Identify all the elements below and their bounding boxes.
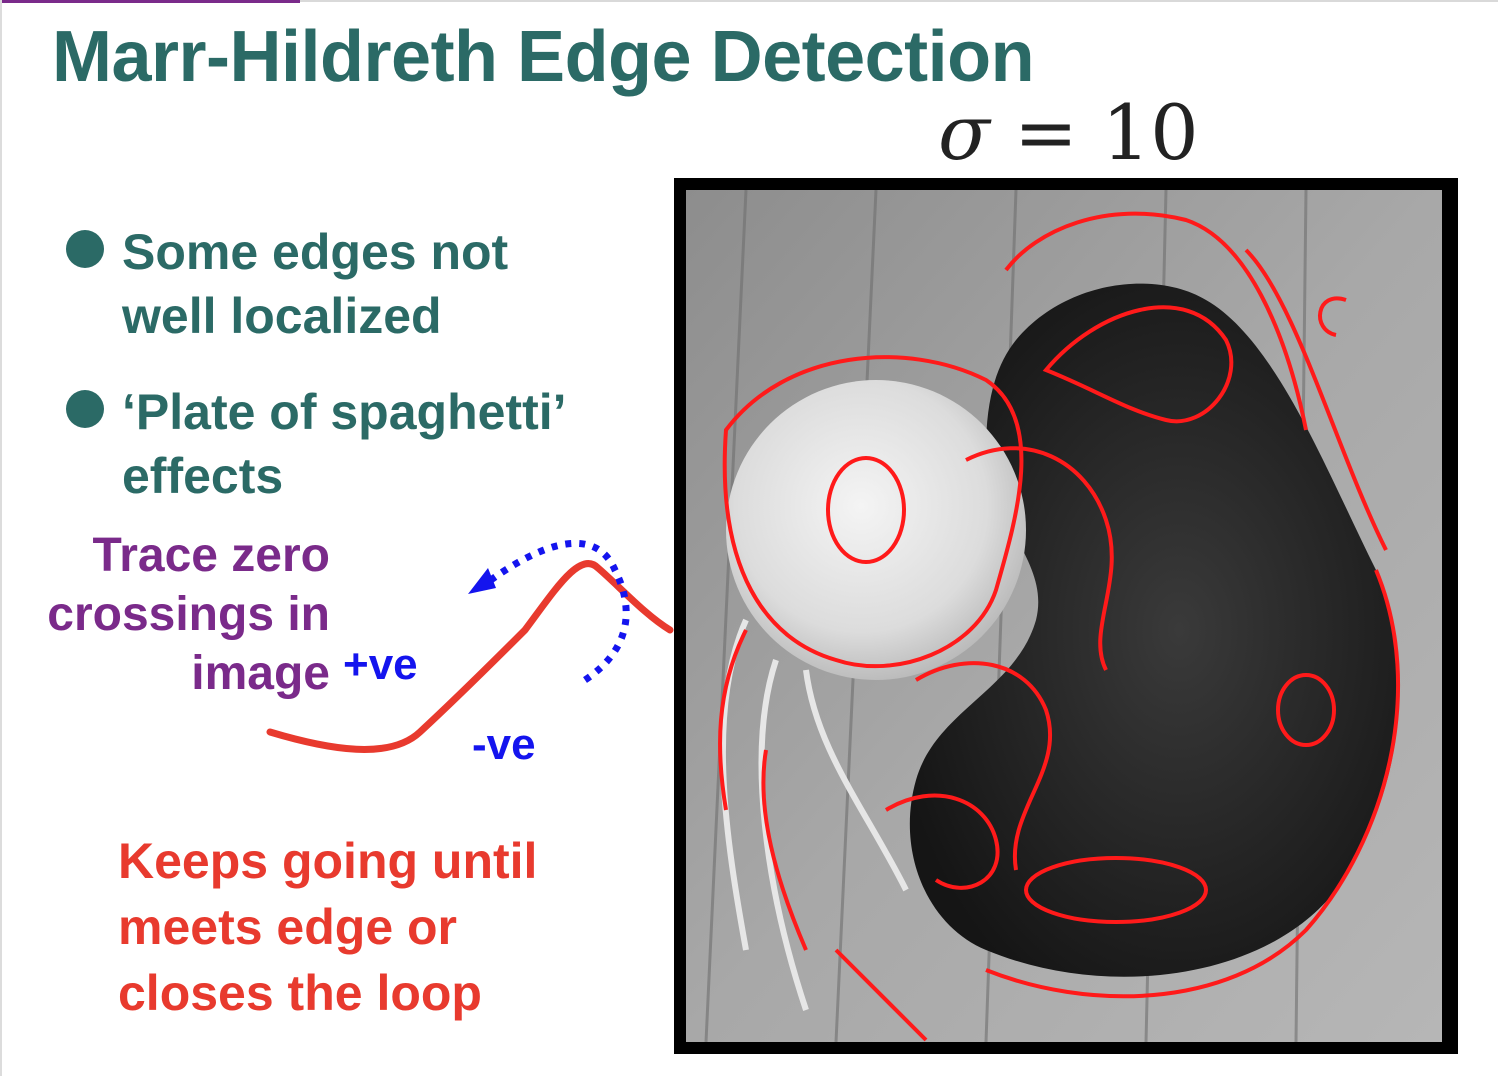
trace-path xyxy=(485,539,630,683)
bullet-line: ‘Plate of spaghetti’ xyxy=(122,384,567,440)
keeps-line: closes the loop xyxy=(118,965,482,1021)
sigma-symbol: σ xyxy=(938,88,990,177)
kitten-yarn-edge-image xyxy=(686,190,1442,1042)
sigma-equals: = xyxy=(1014,88,1078,177)
bullet-line: well localized xyxy=(122,288,442,344)
keeps-going-label: Keeps going until meets edge or closes t… xyxy=(118,828,658,1026)
bullet-line: effects xyxy=(122,448,284,504)
yarn-ball xyxy=(726,380,1026,680)
bullet-dot-icon xyxy=(66,390,104,428)
bullet-dot-icon xyxy=(66,230,104,268)
slide: Marr-Hildreth Edge Detection σ = 10 Some… xyxy=(0,0,1498,1076)
positive-label: +ve xyxy=(343,640,418,689)
sigma-value: 10 xyxy=(1101,88,1199,177)
keeps-line: Keeps going until xyxy=(118,833,538,889)
slide-title: Marr-Hildreth Edge Detection xyxy=(52,17,1035,97)
dotted-arrow-icon xyxy=(468,568,496,594)
keeps-line: meets edge or xyxy=(118,899,458,955)
negative-label: -ve xyxy=(472,720,536,769)
bullet-line: Some edges not xyxy=(122,224,509,280)
zero-crossing-diagram xyxy=(266,539,674,753)
bullet-item: Some edges not well localized xyxy=(64,220,654,348)
left-rule xyxy=(0,0,2,1076)
top-accent-bar xyxy=(0,0,300,3)
sigma-equation: σ = 10 xyxy=(938,88,1199,177)
bullet-item: ‘Plate of spaghetti’ effects xyxy=(64,380,654,508)
bullet-list: Some edges not well localized ‘Plate of … xyxy=(64,220,654,540)
top-rule xyxy=(300,0,1498,2)
